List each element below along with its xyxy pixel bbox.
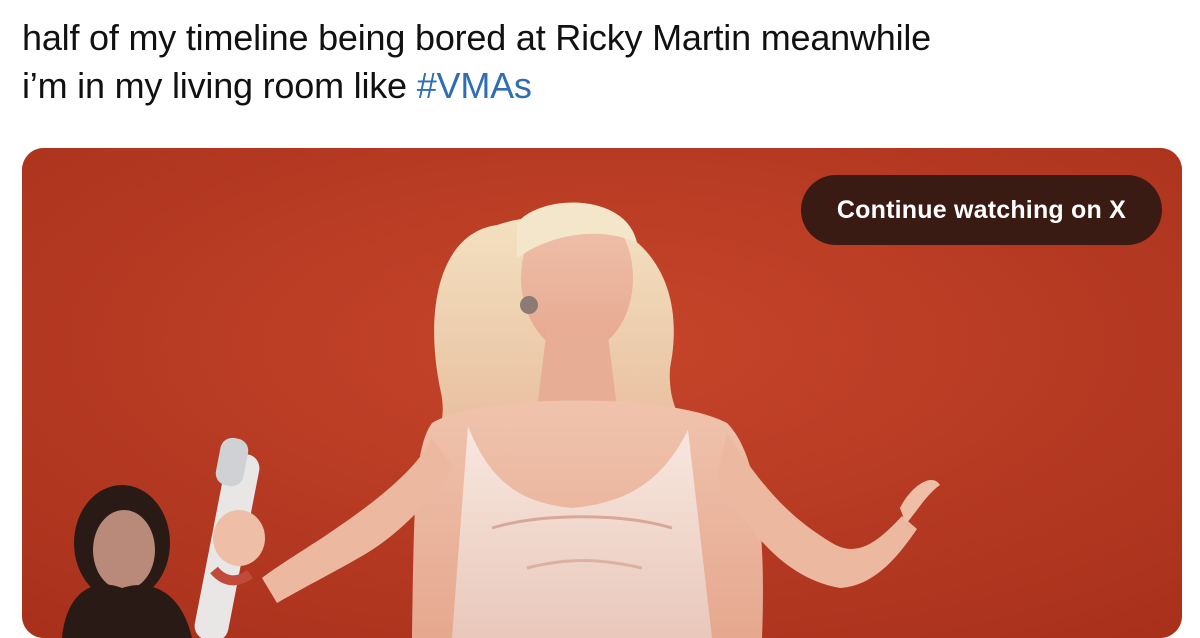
tweet-text-line-2: i’m in my living room like #VMAs bbox=[22, 62, 1182, 110]
tweet-text-line-1: half of my timeline being bored at Ricky… bbox=[22, 17, 932, 58]
embedded-video[interactable]: Continue watching on X bbox=[22, 148, 1182, 638]
hashtag-link[interactable]: #VMAs bbox=[417, 65, 532, 106]
continue-watching-button[interactable]: Continue watching on X bbox=[800, 175, 1162, 245]
tweet-text-line-2-prefix: i’m in my living room like bbox=[22, 65, 417, 106]
tweet-text: half of my timeline being bored at Ricky… bbox=[22, 14, 1182, 110]
